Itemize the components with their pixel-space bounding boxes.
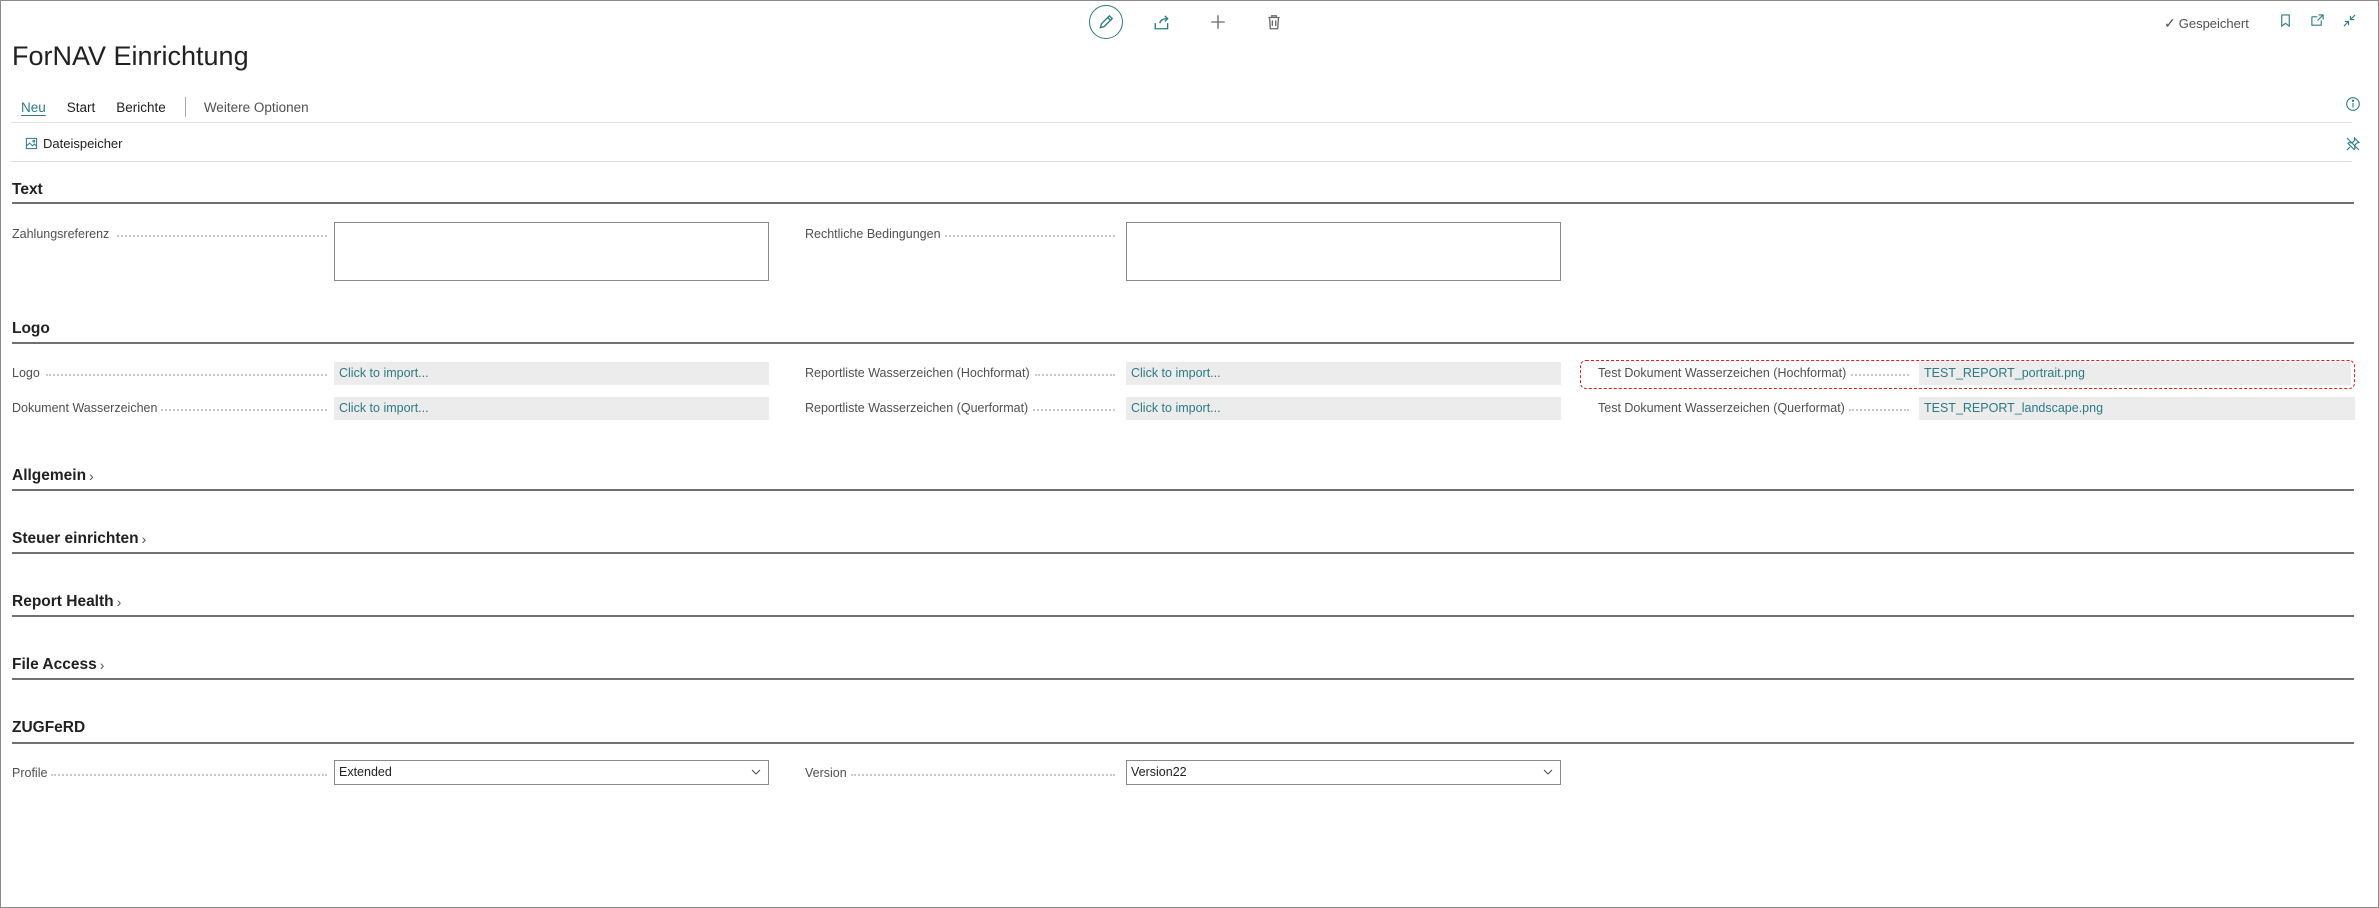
- highlight-box: [1580, 360, 2355, 389]
- section-line: [12, 552, 2354, 554]
- tab-berichte[interactable]: Berichte: [116, 100, 166, 115]
- leader-dots: [161, 409, 327, 411]
- section-file-access: File Access ›: [12, 656, 2354, 680]
- leader-dots: [851, 774, 1115, 776]
- image-icon: [25, 137, 38, 150]
- section-line: [12, 342, 2354, 344]
- section-report-health: Report Health ›: [12, 593, 2354, 617]
- section-zugferd: ZUGFeRD: [12, 719, 2354, 744]
- share-icon[interactable]: [1145, 5, 1179, 39]
- dokument-wasserzeichen-field[interactable]: Click to import...: [334, 397, 769, 420]
- chevron-right-icon: ›: [89, 468, 94, 484]
- chevron-right-icon: ›: [116, 594, 122, 610]
- section-header-allgemein[interactable]: Allgemein ›: [12, 467, 2354, 485]
- reportliste-querformat-label: Reportliste Wasserzeichen (Querformat): [805, 401, 1029, 415]
- reportliste-querformat-field[interactable]: Click to import...: [1126, 397, 1561, 420]
- section-line: [12, 202, 2354, 204]
- dateispeicher-button[interactable]: Dateispeicher: [25, 136, 123, 151]
- rechtliche-bedingungen-label: Rechtliche Bedingungen: [805, 227, 941, 241]
- leader-dots: [1035, 374, 1115, 376]
- section-header-text[interactable]: Text: [12, 181, 2354, 199]
- dateispeicher-label: Dateispeicher: [43, 136, 123, 151]
- section-line: [12, 742, 2354, 744]
- section-title: Text: [12, 181, 43, 198]
- section-title: Logo: [12, 320, 50, 337]
- section-header-file-access[interactable]: File Access ›: [12, 656, 2354, 674]
- saved-label: Gespeichert: [2178, 16, 2249, 31]
- tab-start[interactable]: Start: [67, 100, 96, 115]
- dokument-wasserzeichen-label: Dokument Wasserzeichen: [12, 401, 158, 415]
- tab-neu[interactable]: Neu: [21, 100, 46, 115]
- pin-icon[interactable]: [2345, 136, 2361, 152]
- zahlungsreferenz-field[interactable]: [334, 222, 769, 281]
- version-label: Version: [805, 766, 847, 780]
- leader-dots: [51, 774, 327, 776]
- open-new-window-icon[interactable]: [2309, 12, 2325, 28]
- action-separator: [184, 97, 186, 117]
- profile-value: Extended: [339, 765, 392, 779]
- saved-status: ✓ Gespeichert: [2164, 15, 2249, 32]
- chevron-down-icon: [1542, 766, 1554, 778]
- section-title: Steuer einrichten: [12, 530, 139, 547]
- reportliste-hochformat-label: Reportliste Wasserzeichen (Hochformat): [805, 366, 1030, 380]
- delete-icon[interactable]: [1257, 5, 1291, 39]
- divider: [11, 161, 2352, 162]
- test-dokument-querformat-field[interactable]: TEST_REPORT_landscape.png: [1919, 397, 2355, 420]
- section-title: Allgemein: [12, 467, 87, 484]
- leader-dots: [945, 235, 1115, 237]
- header-right-icons: [2277, 12, 2357, 28]
- profile-label: Profile: [12, 766, 48, 780]
- leader-dots: [46, 374, 327, 376]
- version-select[interactable]: Version22: [1126, 760, 1561, 785]
- section-header-steuer[interactable]: Steuer einrichten ›: [12, 530, 2354, 548]
- section-title: File Access: [12, 656, 97, 673]
- chevron-down-icon: [750, 766, 762, 778]
- zahlungsreferenz-label: Zahlungsreferenz: [12, 227, 110, 241]
- section-line: [12, 489, 2354, 491]
- logo-import-field[interactable]: Click to import...: [334, 362, 769, 385]
- leader-dots: [1849, 409, 1909, 411]
- section-line: [12, 615, 2354, 617]
- logo-label: Logo: [12, 366, 40, 380]
- profile-select[interactable]: Extended: [334, 760, 769, 785]
- divider: [11, 122, 2352, 123]
- section-header-report-health[interactable]: Report Health ›: [12, 593, 2354, 611]
- checkmark-icon: ✓: [2164, 15, 2176, 31]
- test-dokument-querformat-label: Test Dokument Wasserzeichen (Querformat): [1598, 401, 1845, 415]
- section-allgemein: Allgemein ›: [12, 467, 2354, 491]
- section-steuer: Steuer einrichten ›: [12, 530, 2354, 554]
- info-icon[interactable]: [2345, 96, 2361, 112]
- page-title: ForNAV Einrichtung: [12, 41, 249, 71]
- page-frame: ✓ Gespeichert ForNAV Einrichtung Neu Sta…: [0, 0, 2379, 908]
- rechtliche-bedingungen-field[interactable]: [1126, 222, 1561, 281]
- leader-dots: [117, 235, 327, 237]
- section-text: Text: [12, 181, 2354, 204]
- section-logo: Logo: [12, 320, 2354, 344]
- reportliste-hochformat-field[interactable]: Click to import...: [1126, 362, 1561, 385]
- bookmark-icon[interactable]: [2277, 12, 2293, 28]
- chevron-right-icon: ›: [99, 657, 105, 673]
- version-value: Version22: [1131, 765, 1187, 779]
- section-title: ZUGFeRD: [12, 719, 86, 736]
- leader-dots: [1033, 409, 1115, 411]
- more-options-button[interactable]: Weitere Optionen: [204, 100, 309, 115]
- section-header-logo[interactable]: Logo: [12, 320, 2354, 338]
- collapse-icon[interactable]: [2341, 12, 2357, 28]
- section-header-zugferd[interactable]: ZUGFeRD: [12, 719, 2354, 737]
- section-title: Report Health: [12, 593, 114, 610]
- edit-icon[interactable]: [1089, 5, 1123, 39]
- section-line: [12, 678, 2354, 680]
- chevron-right-icon: ›: [141, 531, 147, 547]
- action-bar: Neu Start Berichte Weitere Optionen: [21, 97, 330, 117]
- add-icon[interactable]: [1201, 5, 1235, 39]
- top-toolbar: [1089, 5, 1291, 39]
